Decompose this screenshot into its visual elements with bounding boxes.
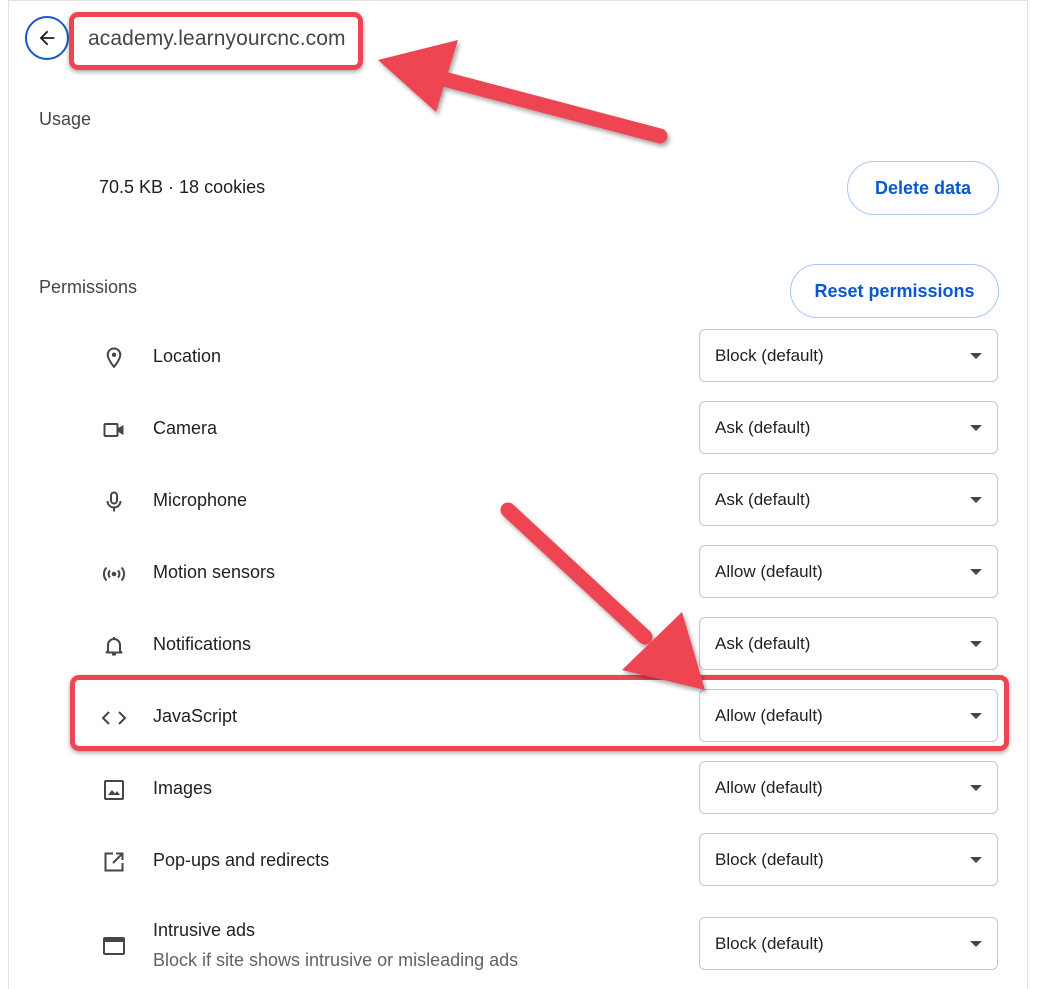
dropdown-arrow-icon (970, 785, 982, 791)
back-button[interactable] (25, 16, 69, 60)
location-pin-icon (101, 345, 127, 371)
permission-label-images: Images (153, 778, 213, 798)
dropdown-arrow-icon (970, 353, 982, 359)
images-select-value: Allow (default) (715, 778, 823, 797)
dropdown-arrow-icon (970, 497, 982, 503)
permission-row-notifications: Notifications Ask (default) (0, 617, 1046, 673)
permission-row-images: Images Allow (default) (0, 761, 1046, 817)
dropdown-arrow-icon (970, 941, 982, 947)
permission-row-popups: Pop-ups and redirects Block (default) (0, 833, 1046, 889)
delete-data-button[interactable]: Delete data (847, 161, 999, 215)
permissions-heading: Permissions (39, 277, 138, 297)
site-origin-title: academy.learnyourcnc.com (88, 27, 346, 50)
motion-sensors-select-value: Allow (default) (715, 562, 823, 581)
javascript-select-value: Allow (default) (715, 706, 823, 725)
arrow-to-site-title (378, 40, 668, 144)
notifications-select[interactable]: Ask (default) (699, 617, 998, 670)
javascript-select[interactable]: Allow (default) (699, 689, 998, 742)
permission-label-camera: Camera (153, 418, 218, 438)
motion-sensors-select[interactable]: Allow (default) (699, 545, 998, 598)
popups-select-value: Block (default) (715, 850, 824, 869)
microphone-select[interactable]: Ask (default) (699, 473, 998, 526)
notifications-select-value: Ask (default) (715, 634, 811, 653)
dropdown-arrow-icon (970, 425, 982, 431)
dropdown-arrow-icon (970, 641, 982, 647)
permission-row-location: Location Block (default) (0, 329, 1046, 385)
permission-row-motion-sensors: Motion sensors Allow (default) (0, 545, 1046, 601)
permission-label-microphone: Microphone (153, 490, 248, 510)
location-select-value: Block (default) (715, 346, 824, 365)
bell-icon (101, 633, 127, 659)
motion-sensors-icon (101, 561, 127, 587)
permission-row-javascript: JavaScript Allow (default) (0, 689, 1046, 745)
images-select[interactable]: Allow (default) (699, 761, 998, 814)
usage-summary: 70.5 KB · 18 cookies (99, 177, 266, 197)
permission-label-notifications: Notifications (153, 634, 252, 654)
site-settings-page: academy.learnyourcnc.com Usage 70.5 KB ·… (0, 0, 1046, 989)
usage-heading: Usage (39, 109, 92, 129)
camera-select[interactable]: Ask (default) (699, 401, 998, 454)
permission-label-location: Location (153, 346, 222, 366)
camera-icon (101, 417, 127, 443)
dropdown-arrow-icon (970, 713, 982, 719)
microphone-icon (101, 489, 127, 515)
camera-select-value: Ask (default) (715, 418, 811, 437)
permission-row-intrusive-ads: Intrusive ads Block if site shows intrus… (0, 917, 1046, 977)
permission-row-microphone: Microphone Ask (default) (0, 473, 1046, 529)
dropdown-arrow-icon (970, 569, 982, 575)
code-brackets-icon (101, 705, 127, 731)
location-select[interactable]: Block (default) (699, 329, 998, 382)
arrow-left-icon (39, 30, 55, 46)
dropdown-arrow-icon (970, 857, 982, 863)
browser-window-icon (101, 933, 127, 959)
open-in-new-icon (101, 849, 127, 875)
reset-permissions-button[interactable]: Reset permissions (790, 264, 999, 318)
microphone-select-value: Ask (default) (715, 490, 811, 509)
permission-label-motion-sensors: Motion sensors (153, 562, 276, 582)
permission-label-intrusive-ads: Intrusive ads (153, 920, 256, 940)
permission-sublabel-intrusive-ads: Block if site shows intrusive or mislead… (153, 950, 519, 970)
intrusive-ads-select-value: Block (default) (715, 934, 824, 953)
popups-select[interactable]: Block (default) (699, 833, 998, 886)
permission-label-popups: Pop-ups and redirects (153, 850, 330, 870)
intrusive-ads-select[interactable]: Block (default) (699, 917, 998, 970)
permission-label-javascript: JavaScript (153, 706, 238, 726)
card-top-border (8, 0, 1028, 1)
permission-row-camera: Camera Ask (default) (0, 401, 1046, 457)
image-icon (101, 777, 127, 803)
